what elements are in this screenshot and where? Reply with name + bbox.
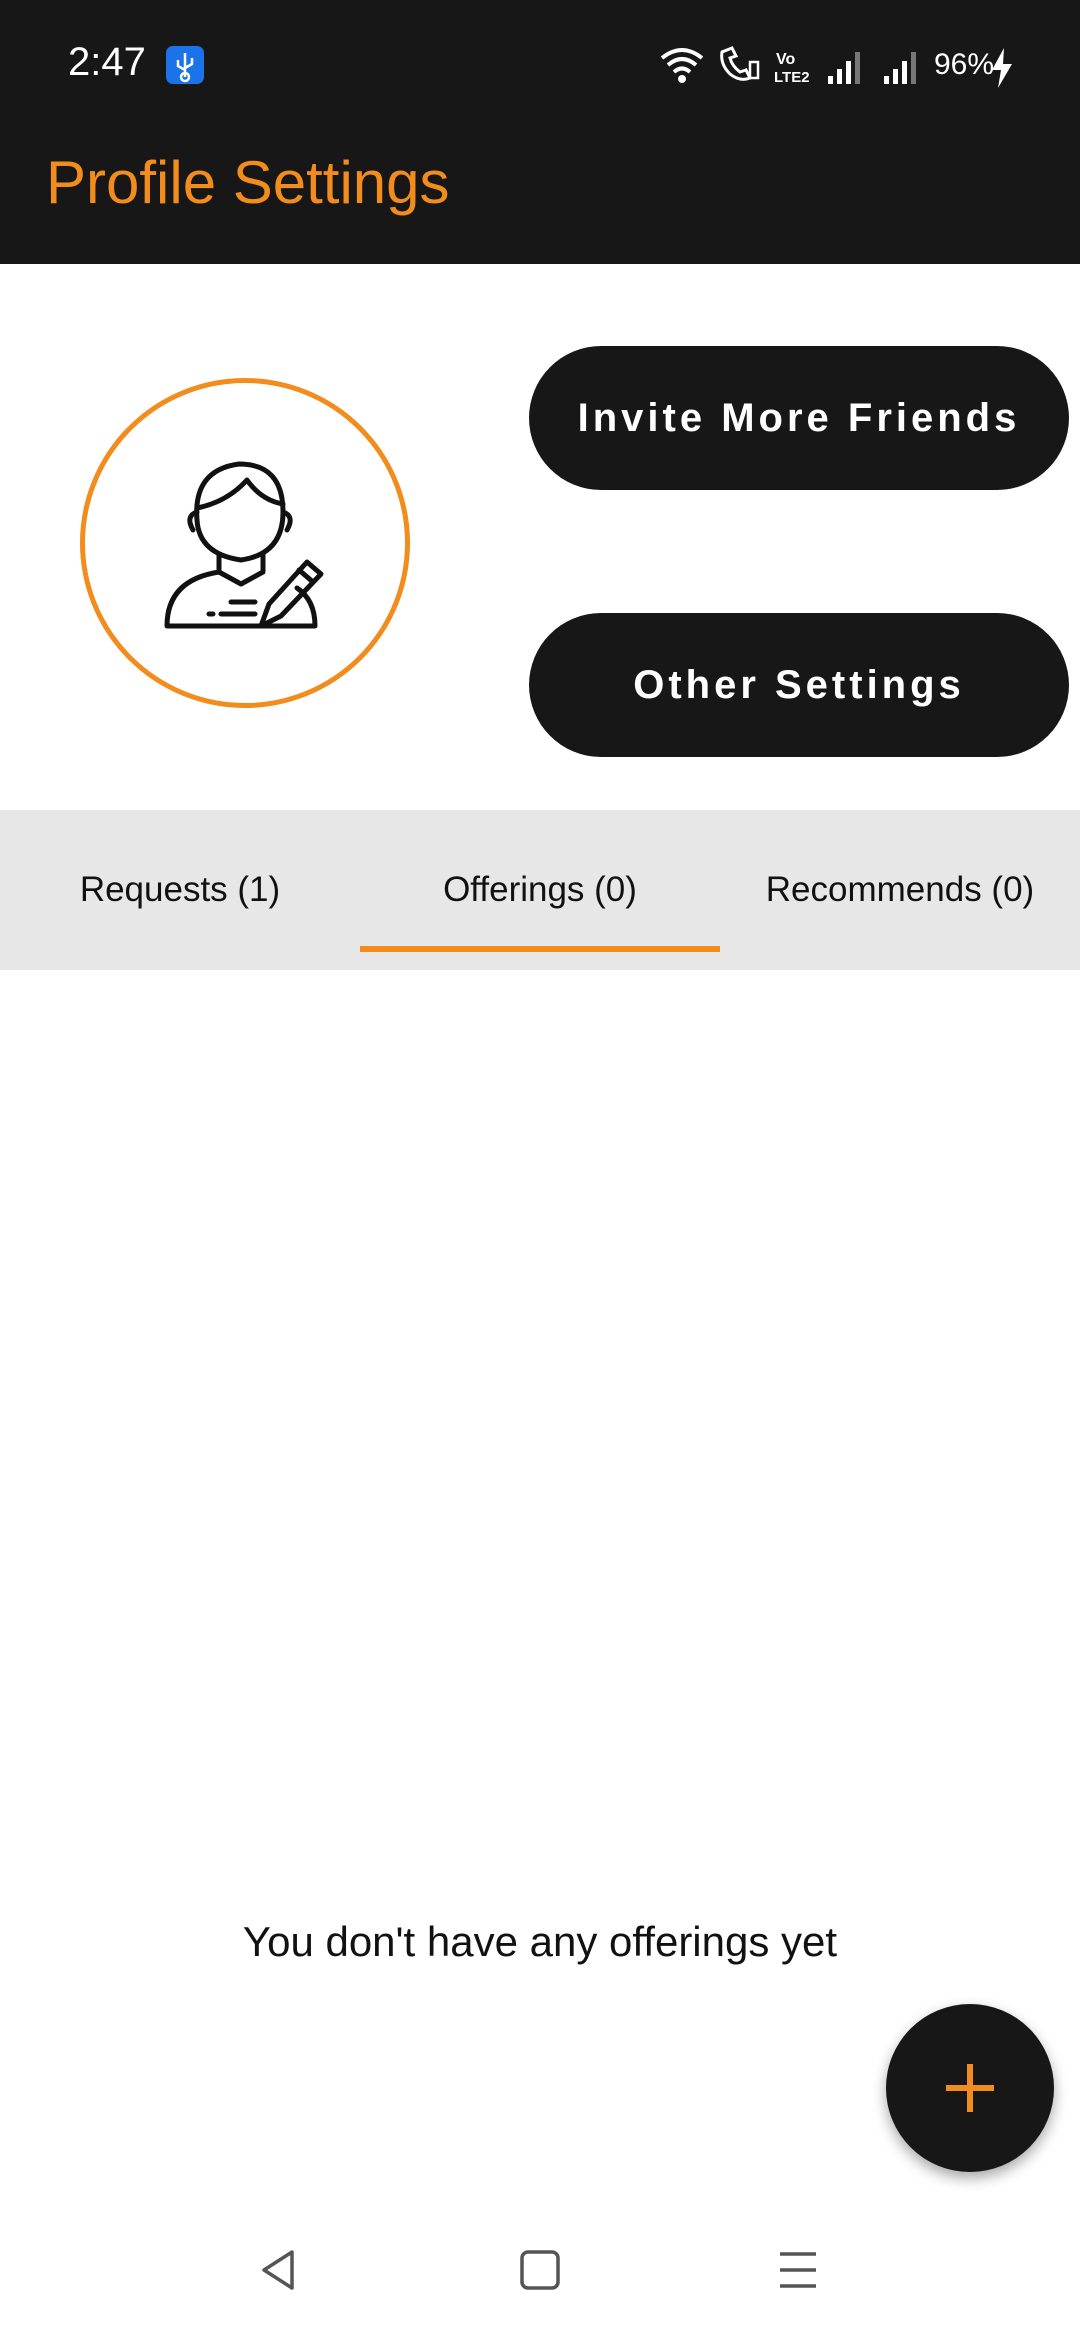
tab-requests[interactable]: Requests (1) [0, 810, 360, 970]
user-edit-icon [157, 450, 333, 641]
add-button[interactable] [886, 2004, 1054, 2172]
wifi-call-icon [716, 46, 760, 91]
plus-icon [946, 2064, 994, 2112]
empty-state-message: You don't have any offerings yet [242, 1918, 838, 1965]
invite-more-friends-button[interactable]: Invite More Friends [529, 346, 1069, 490]
signal-icon [826, 50, 866, 89]
other-settings-button[interactable]: Other Settings [529, 613, 1069, 757]
tab-recommends[interactable]: Recommends (0) [720, 810, 1080, 970]
selected-tab-indicator [360, 946, 720, 952]
wifi-icon [660, 46, 704, 91]
signal-icon [882, 50, 922, 89]
svg-text:Vo: Vo [776, 51, 795, 68]
battery-percent: 96% [934, 48, 995, 81]
top-bar [0, 0, 1080, 264]
charging-icon [990, 48, 1014, 93]
page-title: Profile Settings [46, 149, 450, 216]
usb-icon [166, 46, 204, 84]
status-time: 2:47 [68, 40, 146, 84]
svg-text:LTE2: LTE2 [774, 69, 810, 84]
menu-icon[interactable] [768, 2240, 828, 2300]
volte-icon: Vo LTE2 [774, 48, 814, 89]
back-icon[interactable] [250, 2240, 310, 2300]
home-icon[interactable] [510, 2240, 570, 2300]
